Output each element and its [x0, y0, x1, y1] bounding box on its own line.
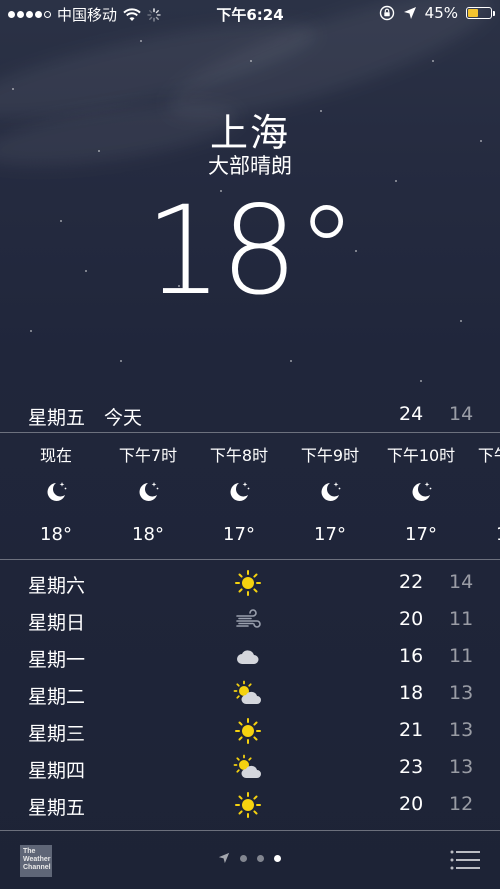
moon-stars-icon — [467, 479, 500, 505]
moon-stars-icon — [194, 479, 284, 505]
hour-time: 下午10时 — [386, 446, 456, 465]
hour-temp: 18° — [132, 524, 164, 545]
daily-row: 星期六 22 14 — [0, 565, 500, 602]
daily-row: 星期四 23 13 — [0, 750, 500, 787]
daily-row: 星期三 21 13 — [0, 713, 500, 750]
page-indicator[interactable] — [218, 852, 281, 864]
moon-stars-icon — [103, 479, 193, 505]
day-name: 星期日 — [28, 612, 86, 634]
day-high-temp: 21 — [399, 719, 424, 741]
day-high-temp: 23 — [399, 756, 424, 778]
hour-temp: 17° — [405, 524, 437, 545]
sun-icon — [233, 717, 267, 745]
day-name: 星期五 — [28, 797, 86, 819]
day-high-temp: 20 — [399, 608, 424, 630]
current-temperature: 18° — [144, 180, 357, 322]
hour-time: 下午8时 — [209, 446, 269, 465]
hourly-item: 下午11时 17° — [467, 433, 500, 559]
hour-temp: 17° — [467, 524, 500, 545]
location-arrow-icon — [403, 7, 416, 19]
moon-stars-icon — [11, 479, 101, 505]
today-summary-row: 星期五 今天 24 14 — [0, 395, 500, 433]
day-low-temp: 11 — [449, 645, 474, 667]
daily-row: 星期一 16 11 — [0, 639, 500, 676]
day-name: 星期六 — [28, 575, 86, 597]
hourly-forecast-strip[interactable]: 现在 18° 下午7时 18° 下午8时 17° 下午9时 17° 下午10时 … — [0, 433, 500, 560]
battery-icon — [466, 7, 495, 19]
battery-percent: 45% — [424, 4, 458, 22]
page-dot[interactable] — [240, 854, 247, 862]
moon-stars-icon — [285, 479, 375, 505]
page-dot[interactable] — [257, 854, 264, 862]
day-high-temp: 20 — [399, 793, 424, 815]
day-low-temp: 13 — [449, 682, 474, 704]
city-list-button[interactable] — [450, 849, 480, 871]
hour-temp: 18° — [40, 524, 72, 545]
today-high-temp: 24 — [399, 403, 424, 425]
hourly-item: 下午9时 17° — [285, 433, 375, 559]
hour-time: 下午9时 — [300, 446, 360, 465]
day-low-temp: 13 — [449, 756, 474, 778]
battery-fill — [468, 9, 478, 17]
day-name: 星期一 — [28, 649, 86, 671]
moon-stars-icon — [376, 479, 466, 505]
orientation-lock-icon — [379, 5, 394, 21]
day-name: 星期二 — [28, 686, 86, 708]
partly-cloudy-icon — [233, 754, 267, 782]
day-high-temp: 18 — [399, 682, 424, 704]
weather-channel-logo[interactable]: The Weather Channel — [20, 845, 52, 877]
today-label: 今天 — [104, 407, 143, 429]
day-high-temp: 22 — [399, 571, 424, 593]
day-high-temp: 16 — [399, 645, 424, 667]
daily-row: 星期二 18 13 — [0, 676, 500, 713]
hourly-item: 下午10时 17° — [376, 433, 466, 559]
today-day-name: 星期五 — [28, 407, 86, 429]
page-dot-active[interactable] — [274, 854, 281, 862]
hour-time: 下午7时 — [118, 446, 178, 465]
sun-icon — [233, 791, 267, 819]
hourly-item: 下午8时 17° — [194, 433, 284, 559]
city-name: 上海 — [209, 111, 290, 155]
hourly-item: 现在 18° — [11, 433, 101, 559]
hour-temp: 17° — [314, 524, 346, 545]
day-low-temp: 11 — [449, 608, 474, 630]
location-page-icon[interactable] — [218, 852, 230, 864]
day-low-temp: 13 — [449, 719, 474, 741]
partly-cloudy-icon — [233, 680, 267, 708]
daily-row: 星期五 20 12 — [0, 787, 500, 824]
day-low-temp: 12 — [449, 793, 474, 815]
status-bar: 中国移动 下午6:24 45% — [0, 0, 500, 28]
day-name: 星期三 — [28, 723, 86, 745]
bottom-toolbar: The Weather Channel — [0, 830, 500, 889]
hour-time: 下午11时 — [477, 446, 500, 465]
current-condition: 大部晴朗 — [208, 154, 292, 178]
sun-icon — [233, 569, 267, 597]
status-right: 45% — [379, 4, 495, 22]
hourly-item: 下午7时 18° — [103, 433, 193, 559]
hour-time: 现在 — [39, 446, 72, 465]
wind-icon — [233, 606, 267, 634]
daily-row: 星期日 20 11 — [0, 602, 500, 639]
day-name: 星期四 — [28, 760, 86, 782]
hour-temp: 17° — [223, 524, 255, 545]
today-low-temp: 14 — [449, 403, 474, 425]
day-low-temp: 14 — [449, 571, 474, 593]
cloud-icon — [233, 643, 267, 671]
